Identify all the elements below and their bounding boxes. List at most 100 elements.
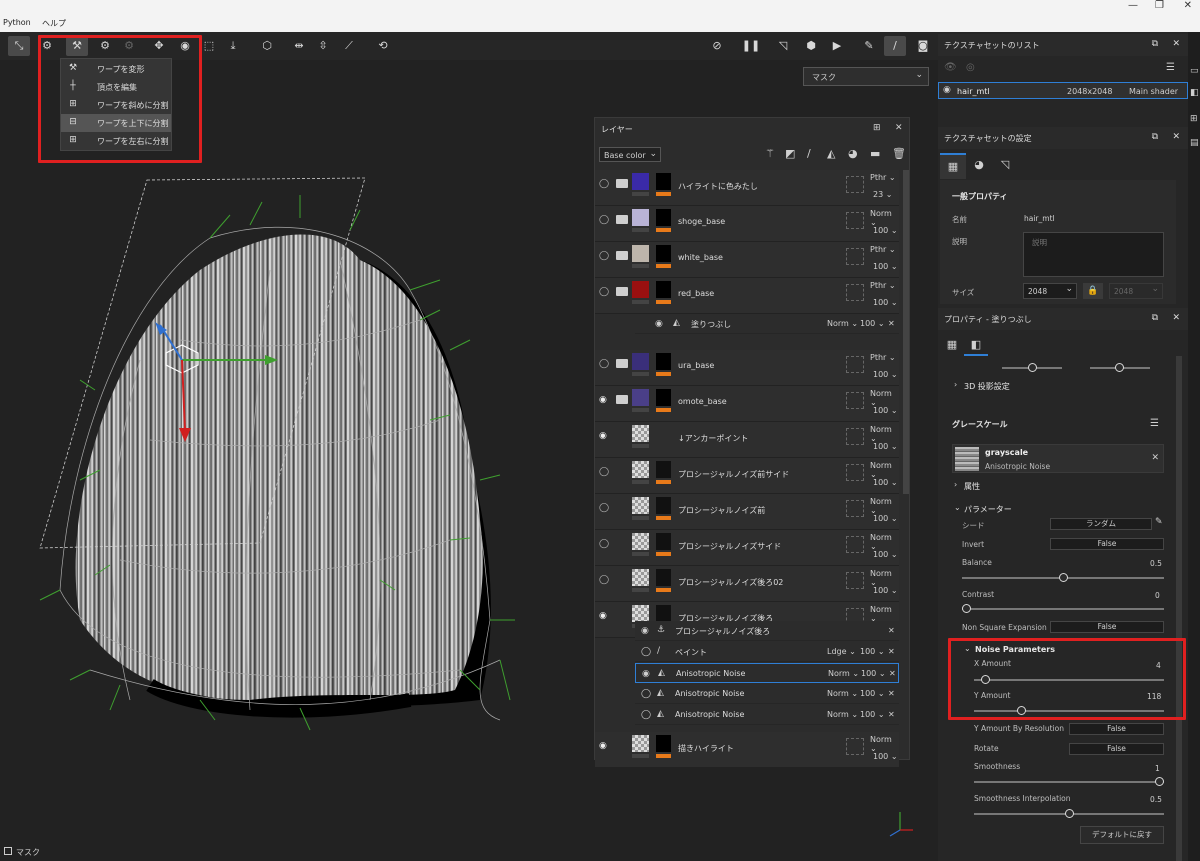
add-fill-layer-icon[interactable]: ◭ xyxy=(827,147,835,160)
opacity[interactable]: 100 ⌄ xyxy=(873,406,898,415)
add-effect-icon[interactable]: ◩ xyxy=(785,147,795,160)
opacity[interactable]: 100 ⌄ xyxy=(873,262,898,271)
mask-dropdown[interactable]: マスク ⌄ xyxy=(803,67,929,86)
sidebar-icon-3[interactable]: ⊞ xyxy=(1190,114,1198,124)
channel-dropdown[interactable]: Base color ⌄ xyxy=(599,147,661,162)
layer-mask-thumb[interactable] xyxy=(656,569,671,586)
chevron-right-icon[interactable]: › xyxy=(954,480,957,489)
video-icon[interactable]: ▶ xyxy=(826,36,848,56)
remove-icon[interactable]: ✕ xyxy=(888,319,895,328)
layer-row[interactable]: ◯ shoge_base Norm ⌄ 100 ⌄ xyxy=(595,206,899,242)
add-paint-layer-icon[interactable]: / xyxy=(807,147,811,160)
eye-icon[interactable]: ◯ xyxy=(641,710,651,720)
y-res-toggle[interactable]: False xyxy=(1069,723,1164,735)
smoothness-interp-slider-knob[interactable] xyxy=(1064,809,1074,818)
layer-mask-thumb[interactable] xyxy=(656,735,671,752)
layer-mask-thumb[interactable] xyxy=(656,245,671,262)
remove-icon[interactable]: ✕ xyxy=(888,710,895,719)
blend-mode[interactable]: Pthr ⌄ xyxy=(870,173,896,182)
non-square-toggle[interactable]: False xyxy=(1050,621,1164,633)
parameters-header[interactable]: パラメーター xyxy=(964,504,1012,515)
layer-row[interactable]: ◉ 描きハイライト Norm ⌄ 100 ⌄ xyxy=(595,732,899,768)
tab-settings[interactable]: ▦ xyxy=(940,153,966,179)
blend-mode[interactable]: Norm ⌄ xyxy=(827,710,858,719)
flip-vertical-icon[interactable]: ⇳ xyxy=(312,36,334,56)
view-3d-icon[interactable]: ⬢ xyxy=(800,36,822,56)
opacity[interactable]: 100 ⌄ xyxy=(861,669,886,678)
tab-material[interactable]: ◕ xyxy=(966,153,992,179)
eye-icon[interactable]: ◉ xyxy=(599,431,607,441)
eye-icon[interactable]: ◯ xyxy=(599,359,609,369)
size-dropdown[interactable]: 2048 ⌄ xyxy=(1023,283,1077,299)
camera-off-icon[interactable]: ⊘ xyxy=(706,36,728,56)
offset-slider-knob[interactable] xyxy=(1028,363,1037,372)
eye-icon[interactable]: ◯ xyxy=(599,287,609,297)
eye-icon[interactable]: ◉ xyxy=(642,669,650,679)
add-folder-icon[interactable]: ▬ xyxy=(870,147,880,160)
opacity[interactable]: 100 ⌄ xyxy=(860,689,885,698)
tab-uv[interactable]: ◹ xyxy=(992,153,1018,179)
blend-mode[interactable]: Pthr ⌄ xyxy=(870,353,896,362)
eye-icon[interactable]: 👁 xyxy=(944,62,957,73)
panel-close-icon[interactable]: ✕ xyxy=(1172,39,1180,49)
remove-icon[interactable]: ✕ xyxy=(888,626,895,635)
panel-close-icon[interactable]: ✕ xyxy=(895,123,903,133)
panel-dock-icon[interactable]: ⊞ xyxy=(873,123,881,133)
remove-icon[interactable]: ✕ xyxy=(888,689,895,698)
layer-row[interactable]: ◯ プロシージャルノイズ前サイド Norm ⌄ 100 ⌄ xyxy=(595,458,899,494)
layers-scrollbar[interactable] xyxy=(903,170,909,494)
contrast-slider-knob[interactable] xyxy=(962,604,971,613)
menu-help[interactable]: ヘルプ xyxy=(42,18,66,29)
eye-icon[interactable]: ◯ xyxy=(599,467,609,477)
balance-slider-knob[interactable] xyxy=(1058,573,1068,582)
remove-icon[interactable]: ✕ xyxy=(889,669,896,678)
screenshot-icon[interactable]: ◙ xyxy=(912,36,934,56)
grayscale-resource[interactable]: grayscale Anisotropic Noise ✕ xyxy=(952,444,1164,473)
layer-row[interactable]: ◯ red_base Pthr ⌄ 100 ⌄ xyxy=(595,278,899,314)
layer-mask-thumb[interactable] xyxy=(656,497,671,514)
layer-row[interactable]: ◯ white_base Pthr ⌄ 100 ⌄ xyxy=(595,242,899,278)
eye-icon[interactable]: ◉ xyxy=(655,319,663,329)
opacity[interactable]: 100 ⌄ xyxy=(873,226,898,235)
attributes-header[interactable]: 属性 xyxy=(964,481,980,492)
add-smart-material-icon[interactable]: ◕ xyxy=(848,147,858,160)
edit-icon[interactable]: ✎ xyxy=(1155,517,1163,527)
layer-mask-thumb[interactable] xyxy=(656,461,671,478)
menu-python[interactable]: Python xyxy=(3,18,31,27)
rotate-toggle[interactable]: False xyxy=(1069,743,1164,755)
blend-mode[interactable]: Pthr ⌄ xyxy=(870,245,896,254)
download-icon[interactable]: ⤓ xyxy=(222,36,244,56)
opacity[interactable]: 100 ⌄ xyxy=(873,550,898,559)
cube-icon[interactable]: ⬡ xyxy=(256,36,278,56)
opacity[interactable]: 23 ⌄ xyxy=(873,190,892,199)
opacity[interactable]: 100 ⌄ xyxy=(873,442,898,451)
opacity[interactable]: 100 ⌄ xyxy=(873,586,898,595)
opacity[interactable]: 100 ⌄ xyxy=(873,752,898,761)
list-menu-icon[interactable]: ☰ xyxy=(1166,62,1175,73)
flip-horizontal-icon[interactable]: ⇹ xyxy=(288,36,310,56)
panel-dock-icon[interactable]: ⧉ xyxy=(1152,39,1158,49)
remove-icon[interactable]: ✕ xyxy=(888,647,895,656)
eye-icon[interactable]: ◯ xyxy=(599,179,609,189)
pause-icon[interactable]: ❚❚ xyxy=(740,36,762,56)
opacity[interactable]: 100 ⌄ xyxy=(873,514,898,523)
sublayer-row[interactable]: ◯ ◭ Anisotropic Noise Norm ⌄ 100 ⌄ ✕ xyxy=(635,705,899,725)
texset-row[interactable]: ◉ hair_mtl 2048x2048 Main shader xyxy=(938,82,1188,99)
smoothness-slider-knob[interactable] xyxy=(1155,777,1164,786)
blend-mode[interactable]: Norm ⌄ xyxy=(870,389,899,407)
angle-icon[interactable]: ⟋ xyxy=(338,36,360,56)
blend-mode[interactable]: Norm ⌄ xyxy=(828,669,859,678)
eye-icon[interactable]: ◯ xyxy=(599,575,609,585)
layer-mask-thumb[interactable] xyxy=(656,281,671,298)
brush-icon[interactable]: / xyxy=(884,36,906,56)
description-field[interactable]: 説明 xyxy=(1023,232,1164,277)
blend-mode[interactable]: Norm ⌄ xyxy=(870,209,899,227)
mask-status-icon[interactable] xyxy=(4,847,12,855)
eye-icon[interactable]: ◯ xyxy=(599,503,609,513)
layer-row[interactable]: ◯ ハイライトに色みたし Pthr ⌄ 23 ⌄ xyxy=(595,170,899,206)
eye-icon[interactable]: ◉ xyxy=(599,395,607,405)
blend-mode[interactable]: Norm ⌄ xyxy=(827,689,858,698)
blend-mode[interactable]: Norm ⌄ xyxy=(870,533,899,551)
remove-resource-icon[interactable]: ✕ xyxy=(1151,453,1159,463)
eye-icon[interactable]: ◯ xyxy=(599,215,609,225)
